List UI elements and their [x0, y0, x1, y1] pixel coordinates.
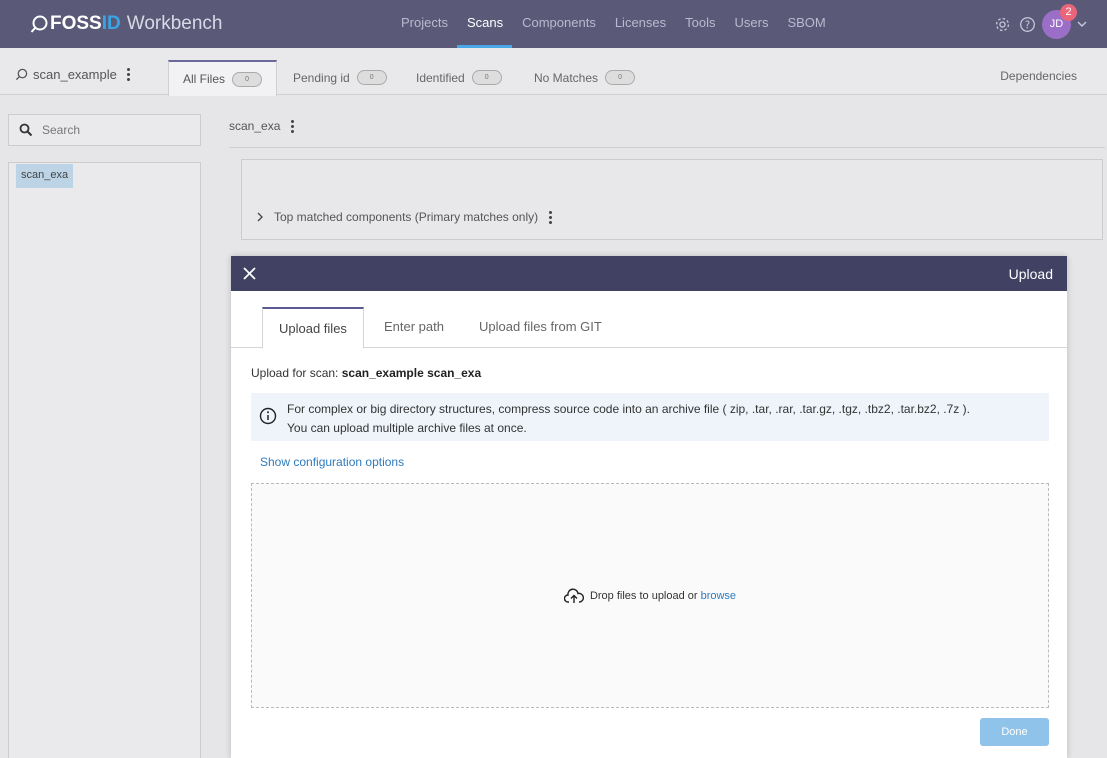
- kebab-icon[interactable]: [127, 68, 131, 81]
- scan-icon: [15, 68, 28, 81]
- search-placeholder: Search: [42, 123, 81, 137]
- upload-dialog: Upload Upload files Enter path Upload fi…: [231, 256, 1067, 758]
- tab-upload-files[interactable]: Upload files: [262, 307, 364, 349]
- nav-components[interactable]: Components: [512, 0, 605, 48]
- upload-for-value: scan_example scan_exa: [341, 366, 482, 380]
- nav-users[interactable]: Users: [725, 0, 778, 48]
- divider: [229, 147, 1105, 148]
- file-tree: scan_exa: [8, 162, 201, 758]
- tab-all-files[interactable]: All Files 0: [168, 60, 278, 96]
- breadcrumb: scan_exa: [229, 119, 294, 133]
- tab-label: Identified: [416, 70, 465, 85]
- breadcrumb-label: scan_exa: [229, 119, 281, 133]
- chevron-right-icon: [257, 212, 263, 222]
- upload-for-scan: Upload for scan: scan_example scan_exa: [251, 366, 481, 380]
- upload-tabs: Upload files Enter path Upload files fro…: [231, 307, 1067, 349]
- tab-upload-git[interactable]: Upload files from GIT: [479, 307, 602, 348]
- nav-tools[interactable]: Tools: [675, 0, 724, 48]
- browse-link[interactable]: browse: [701, 590, 736, 602]
- help-icon[interactable]: ?: [1018, 15, 1036, 33]
- top-components-toggle[interactable]: Top matched components (Primary matches …: [256, 210, 552, 224]
- scan-name-label: scan_example: [33, 67, 117, 82]
- nav-projects[interactable]: Projects: [391, 0, 457, 48]
- logo-foss: FOSS: [50, 13, 102, 34]
- cloud-upload-icon: [563, 588, 584, 603]
- scan-subbar: scan_example All Files 0 Pending id 0 Iden…: [0, 48, 1107, 96]
- close-icon[interactable]: [243, 267, 256, 280]
- nav-scans[interactable]: Scans: [456, 0, 513, 48]
- upload-for-label: Upload for scan:: [251, 366, 342, 380]
- tab-label: Pending id: [293, 70, 350, 85]
- logo-icon: [30, 15, 48, 33]
- dialog-title: Upload: [1008, 266, 1053, 282]
- tab-label: All Files: [183, 72, 226, 86]
- nav-sbom[interactable]: SBOM: [777, 0, 834, 48]
- count-pill: 0: [356, 70, 387, 85]
- top-navbar: FOSS ID Workbench Projects Scans Component…: [0, 0, 1107, 48]
- tab-identified[interactable]: Identified 0: [402, 60, 516, 95]
- tab-enter-path[interactable]: Enter path: [384, 307, 444, 348]
- search-icon: [19, 123, 33, 137]
- count-pill: 0: [605, 70, 636, 85]
- info-text: For complex or big directory structures,…: [287, 400, 970, 441]
- info-icon: [259, 407, 277, 425]
- chevron-down-icon[interactable]: [1077, 19, 1087, 29]
- avatar[interactable]: JD 2: [1042, 3, 1077, 39]
- dialog-header: Upload: [231, 256, 1067, 291]
- done-button[interactable]: Done: [980, 718, 1049, 746]
- drop-text: Drop files to upload or: [589, 589, 698, 602]
- info-line-1: For complex or big directory structures,…: [287, 402, 970, 416]
- info-box: For complex or big directory structures,…: [251, 393, 1049, 441]
- avatar-initials: JD: [1049, 18, 1064, 30]
- logo-workbench: Workbench: [126, 13, 223, 34]
- top-components-panel: Top matched components (Primary matches …: [241, 159, 1103, 240]
- tab-label: No Matches: [534, 70, 599, 85]
- main-nav: Projects Scans Components Licenses Tools…: [391, 0, 835, 48]
- tab-no-matches[interactable]: No Matches 0: [520, 60, 649, 95]
- notification-badge: 2: [1060, 3, 1077, 21]
- tab-pending-id[interactable]: Pending id 0: [279, 60, 401, 95]
- top-icons: ? JD 2: [986, 3, 1087, 40]
- top-components-label: Top matched components (Primary matches …: [274, 210, 539, 224]
- scan-title: scan_example: [15, 67, 131, 82]
- kebab-icon[interactable]: [290, 119, 294, 133]
- tree-node[interactable]: scan_exa: [16, 164, 74, 188]
- svg-text:?: ?: [1024, 20, 1029, 31]
- dependencies-link[interactable]: Dependencies: [1000, 69, 1077, 83]
- logo[interactable]: FOSS ID Workbench: [30, 12, 223, 36]
- nav-licenses[interactable]: Licenses: [605, 0, 675, 48]
- info-line-2: You can upload multiple archive files at…: [287, 421, 527, 435]
- show-config-link[interactable]: Show configuration options: [260, 455, 404, 469]
- search-input[interactable]: Search: [8, 114, 201, 146]
- drop-zone[interactable]: Drop files to upload or browse: [251, 483, 1049, 708]
- logo-id: ID: [101, 13, 121, 34]
- gear-icon[interactable]: [993, 15, 1011, 33]
- kebab-icon[interactable]: [548, 210, 552, 224]
- count-pill: 0: [471, 70, 502, 85]
- count-pill: 0: [232, 71, 263, 87]
